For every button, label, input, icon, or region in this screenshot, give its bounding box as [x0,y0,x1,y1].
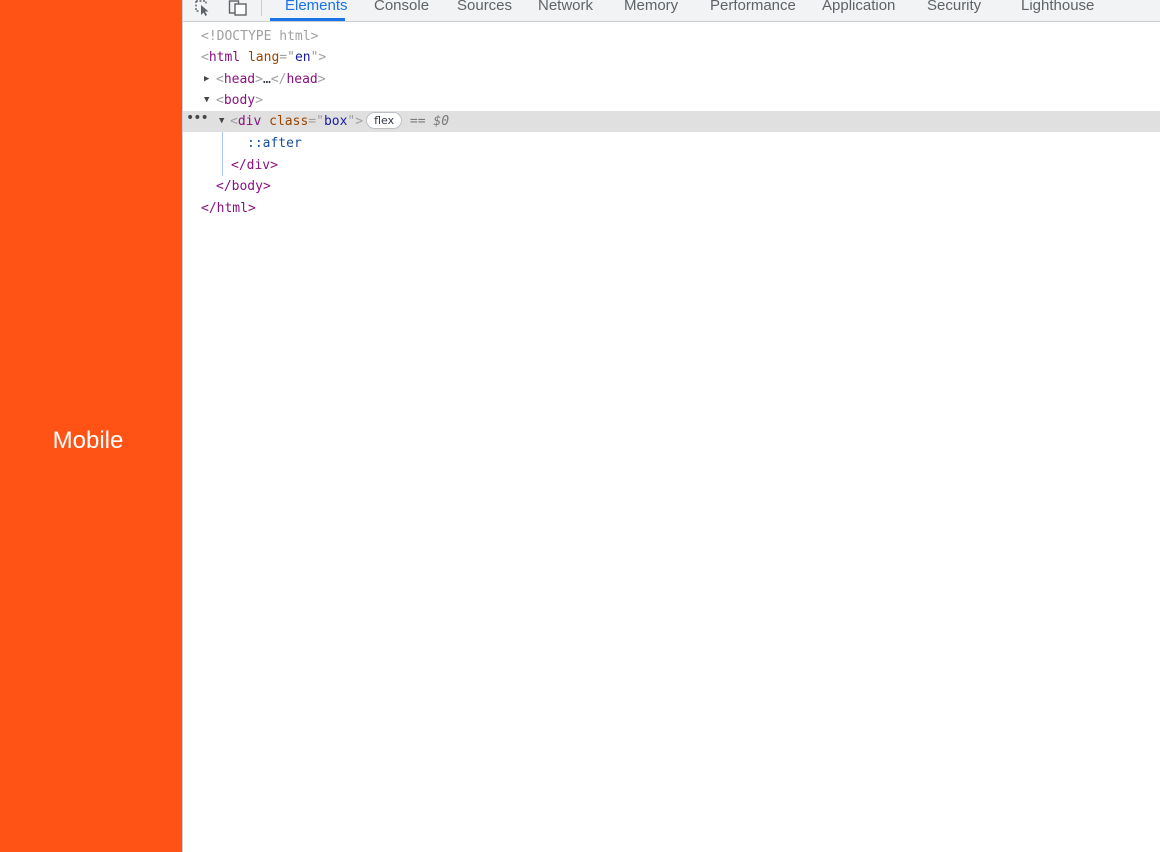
selected-node-marker: == $0 [409,114,450,129]
tab-performance[interactable]: Performance [710,0,796,21]
screen: Mobile Elements Console Sources Network … [0,0,1160,852]
dom-node-doctype[interactable]: <!DOCTYPE html> [183,26,1160,47]
devtools-toolbar: Elements Console Sources Network Memory … [183,0,1160,22]
tab-application[interactable]: Application [822,0,895,21]
tab-lighthouse[interactable]: Lighthouse [1021,0,1094,21]
toolbar-separator [261,0,262,16]
pseudo-element-text: ::after [247,136,302,151]
head-close-tag-name: head [286,72,318,87]
device-toolbar-icon[interactable] [227,0,249,18]
head-tag-name: head [223,72,256,87]
tab-memory[interactable]: Memory [624,0,678,21]
div-attr-value: box [323,114,348,129]
html-close-tag: </html> [201,201,256,216]
tree-indent-guide [222,132,223,176]
html-tag-name: html [208,50,241,65]
div-attr-name: class [269,114,309,129]
dom-node-head[interactable]: ▶ <head>…</head> [183,69,1160,90]
collapsed-ellipsis: … [262,72,271,87]
dom-node-body-close[interactable]: </body> [183,176,1160,197]
html-attr-value: en [294,50,311,65]
div-close-tag: </div> [231,158,278,173]
dom-node-html-close[interactable]: </html> [183,198,1160,219]
div-tag-name: div [237,114,262,129]
dom-node-body[interactable]: ▼ <body> [183,90,1160,111]
body-tag-name: body [223,93,256,108]
active-tab-indicator [270,18,345,21]
page-viewport[interactable]: Mobile [0,0,182,852]
viewport-label: Mobile [52,427,124,454]
tab-security[interactable]: Security [927,0,981,21]
doctype-text: <!DOCTYPE html> [201,29,319,44]
expand-triangle-icon[interactable]: ▶ [204,69,209,90]
tab-sources[interactable]: Sources [457,0,512,21]
dom-node-html[interactable]: <html lang="en"> [183,47,1160,68]
more-actions-icon[interactable]: ••• [186,108,209,129]
devtools-panel: Elements Console Sources Network Memory … [182,0,1160,852]
inspect-element-icon[interactable] [193,0,215,18]
dom-node-div-close[interactable]: </div> [183,155,1160,176]
tab-console[interactable]: Console [374,0,429,21]
body-close-tag: </body> [216,179,271,194]
collapse-triangle-icon[interactable]: ▼ [219,111,224,132]
flex-badge[interactable]: flex [366,112,403,129]
html-attr-name: lang [247,50,280,65]
tab-network[interactable]: Network [538,0,593,21]
dom-node-div-selected[interactable]: ••• ▼ <div class="box"> flex == $0 [183,108,1160,132]
dom-node-pseudo-after[interactable]: ::after [183,133,1160,154]
